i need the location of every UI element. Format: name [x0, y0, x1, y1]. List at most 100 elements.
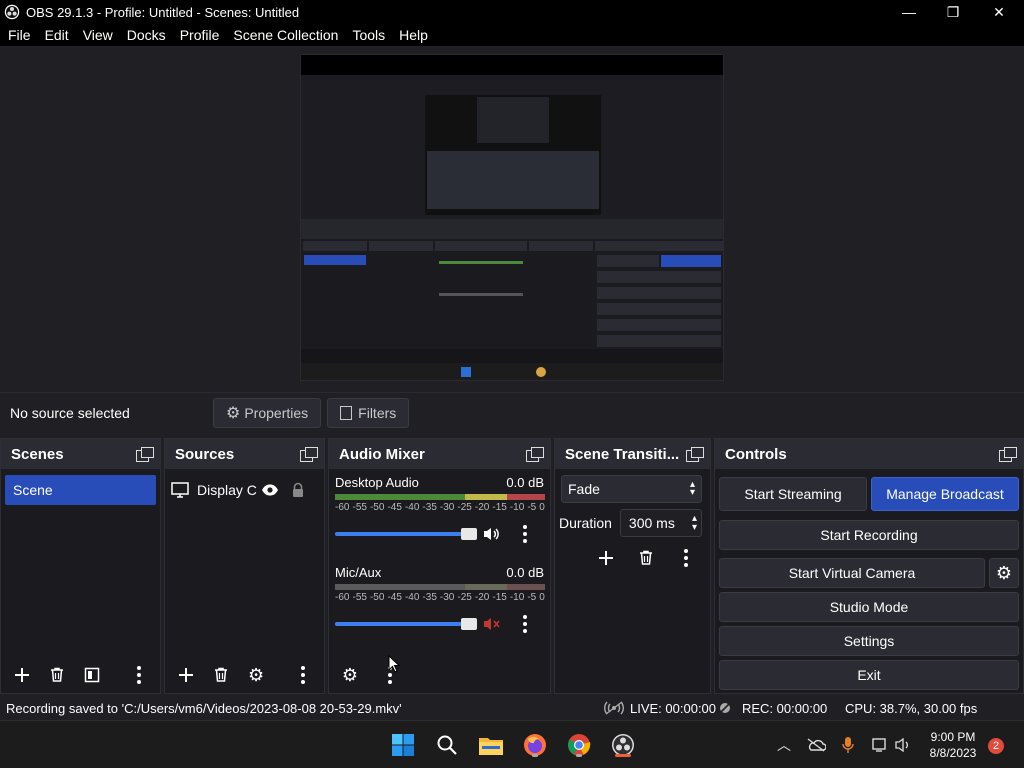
file-explorer-button[interactable]	[477, 731, 505, 759]
windows-logo-icon	[392, 734, 414, 756]
undock-icon[interactable]	[526, 447, 544, 462]
source-item[interactable]: Display Ca	[171, 475, 318, 505]
menu-profile[interactable]: Profile	[180, 24, 220, 46]
windows-taskbar: ︿ 9:00 PM 8/8/2023 2	[0, 720, 1024, 768]
sources-title: Sources	[175, 445, 235, 463]
volume-slider[interactable]	[335, 618, 477, 630]
slider-handle[interactable]	[461, 618, 477, 630]
filters-button[interactable]: Filters	[327, 397, 410, 428]
filter-icon	[84, 667, 100, 683]
slider-handle[interactable]	[461, 528, 477, 540]
controls-dock-title: Controls	[715, 439, 1023, 469]
menu-scene-collection[interactable]: Scene Collection	[233, 24, 338, 46]
start-recording-button[interactable]: Start Recording	[719, 520, 1019, 550]
add-scene-button[interactable]	[7, 660, 36, 690]
network-icon[interactable]	[870, 735, 890, 755]
sources-dock-title: Sources	[165, 439, 324, 469]
duration-spinbox[interactable]: 300 ms ▴ ▾	[619, 509, 702, 537]
properties-button[interactable]: ⚙ Properties	[213, 397, 322, 428]
controls-dock: Controls Start Streaming Manage Broadcas…	[714, 438, 1024, 694]
close-button[interactable]: ✕	[976, 0, 1022, 24]
channel-menu-button[interactable]	[513, 609, 537, 639]
volume-slider[interactable]	[335, 528, 477, 540]
muted-speaker-icon[interactable]	[483, 616, 501, 632]
preview-display-capture	[300, 54, 724, 381]
add-source-button[interactable]	[171, 660, 200, 690]
start-button[interactable]	[389, 731, 417, 759]
exit-button[interactable]: Exit	[719, 660, 1019, 690]
live-timer: LIVE: 00:00:00	[630, 700, 717, 716]
scene-item[interactable]: Scene	[5, 475, 156, 505]
volume-icon[interactable]	[894, 735, 914, 755]
scenes-menu-button[interactable]	[125, 660, 154, 690]
sources-menu-button[interactable]	[289, 660, 318, 690]
start-streaming-button[interactable]: Start Streaming	[719, 477, 867, 511]
menu-docks[interactable]: Docks	[127, 24, 166, 46]
minimize-button[interactable]: —	[886, 0, 932, 24]
gear-icon: ⚙	[248, 664, 265, 685]
more-icon	[684, 549, 688, 567]
obs-taskbar-button[interactable]	[609, 731, 637, 759]
remove-scene-button[interactable]	[42, 660, 71, 690]
speaker-icon[interactable]	[483, 526, 501, 542]
mixer-title: Audio Mixer	[339, 445, 425, 463]
more-icon	[137, 666, 142, 684]
virtual-camera-settings-button[interactable]: ⚙	[989, 558, 1019, 588]
add-transition-button[interactable]	[591, 543, 621, 573]
transition-menu-button[interactable]	[671, 543, 701, 573]
plus-icon	[599, 551, 613, 565]
channel-level: 0.0 dB	[506, 565, 544, 580]
undock-icon[interactable]	[999, 447, 1017, 462]
scene-item-label: Scene	[13, 482, 53, 498]
clock[interactable]: 9:00 PM 8/8/2023	[926, 729, 980, 761]
undock-icon[interactable]	[686, 447, 704, 462]
source-properties-button[interactable]: ⚙	[242, 660, 271, 690]
clock-date: 8/8/2023	[929, 746, 977, 760]
volume-meter	[335, 584, 545, 590]
preview-area[interactable]	[0, 46, 1024, 390]
menu-file[interactable]: File	[8, 24, 31, 46]
firefox-button[interactable]	[521, 731, 549, 759]
onedrive-icon[interactable]	[806, 735, 826, 755]
chrome-button[interactable]	[565, 731, 593, 759]
scene-filters-button[interactable]	[78, 660, 107, 690]
meter-ticks: -60 -55 -50 -45 -40 -35 -30 -25 -20 -15 -10 -5 0	[335, 502, 545, 513]
more-icon	[301, 666, 306, 684]
controls-title: Controls	[725, 445, 787, 463]
scenes-title: Scenes	[11, 445, 64, 463]
remove-source-button[interactable]	[206, 660, 235, 690]
maximize-button[interactable]: ❐	[930, 0, 976, 24]
recursive-preview-image	[301, 55, 723, 380]
start-virtual-camera-button[interactable]: Start Virtual Camera	[719, 558, 985, 588]
clock-time: 9:00 PM	[930, 730, 976, 744]
mixer-settings-button[interactable]: ⚙	[335, 660, 365, 690]
chevron-up-icon[interactable]: ︿	[774, 735, 794, 755]
notification-badge[interactable]: 2	[988, 738, 1004, 754]
channel-menu-button[interactable]	[513, 519, 537, 549]
studio-mode-button[interactable]: Studio Mode	[719, 592, 1019, 622]
gear-icon: ⚙	[226, 404, 241, 422]
remove-transition-button[interactable]	[631, 543, 661, 573]
search-icon	[437, 735, 457, 755]
transitions-title: Scene Transiti...	[565, 445, 680, 463]
more-icon	[523, 615, 527, 633]
manage-broadcast-button[interactable]: Manage Broadcast	[871, 477, 1019, 511]
microphone-icon[interactable]	[838, 735, 858, 755]
rec-timer: REC: 00:00:00	[742, 700, 828, 716]
lock-icon[interactable]	[291, 482, 305, 498]
settings-button[interactable]: Settings	[719, 626, 1019, 656]
menu-view[interactable]: View	[83, 24, 113, 46]
menu-help[interactable]: Help	[399, 24, 428, 46]
rec-status: REC: 00:00:00	[718, 701, 827, 716]
menu-edit[interactable]: Edit	[45, 24, 69, 46]
mixer-toolbar: ⚙	[329, 657, 550, 693]
eye-icon[interactable]	[261, 483, 279, 497]
more-icon	[523, 525, 527, 543]
no-source-label: No source selected	[10, 404, 130, 421]
undock-icon[interactable]	[300, 447, 318, 462]
undock-icon[interactable]	[136, 447, 154, 462]
transition-select[interactable]: Fade ▴ ▾	[561, 475, 702, 503]
search-button[interactable]	[433, 731, 461, 759]
spin-arrows-icon[interactable]: ▴ ▾	[692, 514, 697, 533]
menu-tools[interactable]: Tools	[352, 24, 385, 46]
